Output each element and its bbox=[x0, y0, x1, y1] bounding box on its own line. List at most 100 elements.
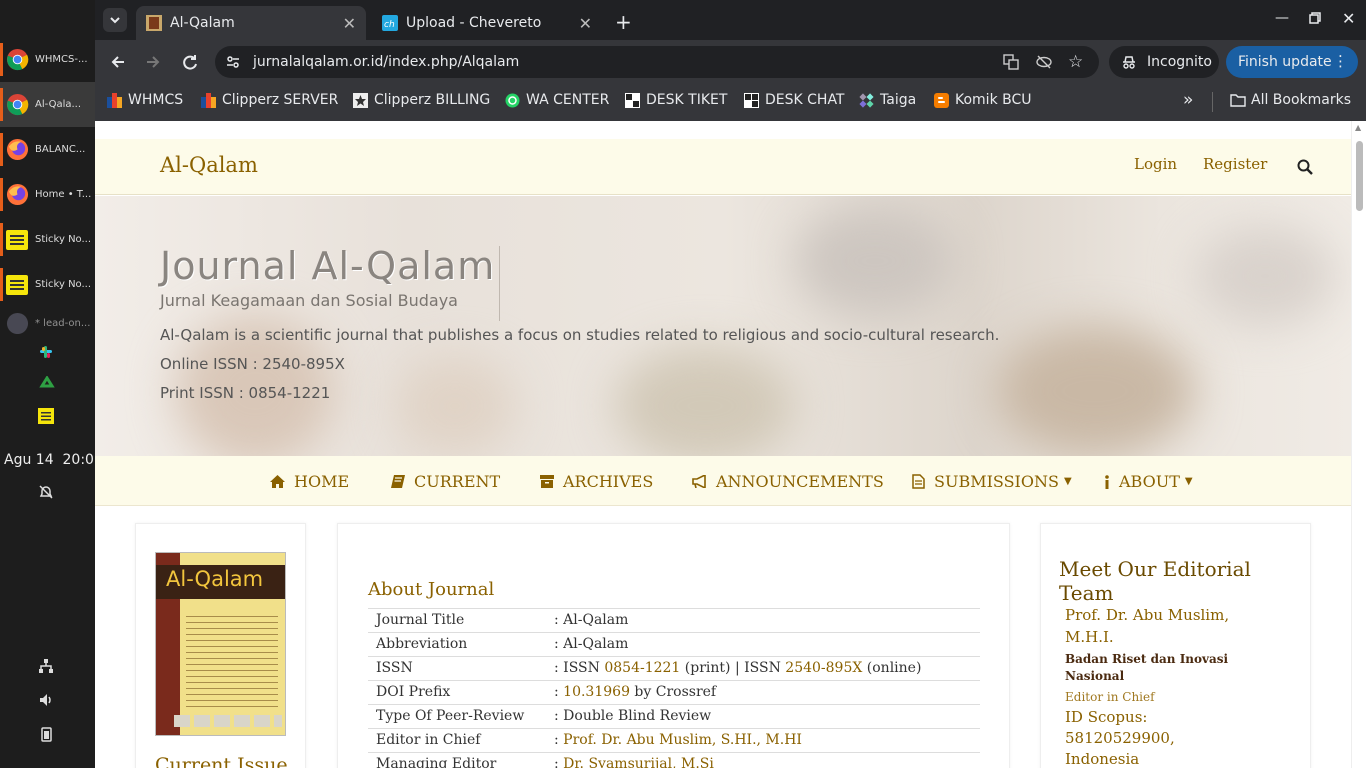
desktop-dock: WHMCS-... Al-Qala... BALANC... Home • T.… bbox=[0, 0, 103, 768]
browser-toolbar: jurnalalqalam.or.id/index.php/Alqalam ☆ … bbox=[95, 40, 1366, 84]
bookmark-taiga[interactable]: Taiga bbox=[859, 92, 916, 108]
scrollbar-thumb[interactable] bbox=[1356, 141, 1363, 211]
about-row: Editor in Chief: Prof. Dr. Abu Muslim, S… bbox=[368, 728, 980, 752]
current-issue-heading: Current Issue bbox=[155, 754, 288, 768]
dock-item-label: Sticky No... bbox=[35, 234, 92, 245]
notifications-off-icon[interactable] bbox=[38, 484, 56, 502]
tab-chevereto[interactable]: ch Upload - Chevereto ✕ bbox=[372, 6, 602, 40]
issn-print-link[interactable]: 0854-1221 bbox=[604, 660, 680, 676]
nav-home[interactable]: HOME bbox=[270, 472, 349, 491]
clock[interactable]: Agu 14 20:07 bbox=[4, 452, 103, 468]
restore-icon[interactable] bbox=[1309, 12, 1321, 24]
desk-tiket-icon bbox=[625, 92, 640, 108]
bookmark-label: Clipperz SERVER bbox=[222, 92, 339, 108]
cover-title: Al-Qalam bbox=[166, 567, 264, 591]
hero-background-blur bbox=[615, 346, 795, 456]
tracking-blocked-icon[interactable] bbox=[1035, 54, 1053, 70]
minimize-icon[interactable]: — bbox=[1275, 10, 1289, 26]
nav-archives[interactable]: ARCHIVES bbox=[540, 472, 653, 491]
bookmark-clipperz-server[interactable]: Clipperz SERVER bbox=[201, 92, 338, 108]
hero-background-blur bbox=[795, 206, 955, 316]
row-value: : ISSN 0854-1221 (print) | ISSN 2540-895… bbox=[554, 660, 921, 676]
reload-icon[interactable] bbox=[179, 51, 201, 73]
site-brand[interactable]: Al-Qalam bbox=[160, 153, 258, 177]
finish-update-button[interactable]: Finish update ⋮ bbox=[1226, 46, 1358, 78]
address-bar[interactable]: jurnalalqalam.or.id/index.php/Alqalam ☆ bbox=[215, 46, 1099, 78]
doi-prefix-link[interactable]: 10.31969 bbox=[563, 684, 630, 700]
journal-cover-image[interactable]: Al-Qalam bbox=[155, 552, 286, 736]
clipperz-icon bbox=[201, 92, 216, 108]
editor-affiliation-line1: Badan Riset dan Inovasi bbox=[1065, 652, 1229, 666]
login-link[interactable]: Login bbox=[1134, 155, 1177, 173]
translate-icon[interactable] bbox=[1003, 54, 1019, 70]
dock-item-sticky-2[interactable]: Sticky No... bbox=[0, 262, 95, 307]
tab-search-icon[interactable] bbox=[103, 8, 127, 32]
dock-item-alqalam[interactable]: Al-Qala... bbox=[0, 82, 95, 127]
dock-item-lead[interactable]: * lead-on... bbox=[0, 312, 95, 334]
scroll-up-icon[interactable]: ▲ bbox=[1355, 123, 1361, 132]
register-link[interactable]: Register bbox=[1203, 155, 1267, 173]
close-window-icon[interactable]: ✕ bbox=[1342, 9, 1355, 28]
bookmark-whmcs[interactable]: WHMCS bbox=[107, 92, 183, 108]
new-tab-icon[interactable]: + bbox=[615, 10, 632, 34]
chrome-icon bbox=[6, 48, 29, 71]
dock-item-whmcs[interactable]: WHMCS-... bbox=[0, 37, 95, 82]
bookmark-label: All Bookmarks bbox=[1251, 92, 1352, 108]
hero-background-blur bbox=[995, 326, 1195, 456]
about-row: Type Of Peer-Review: Double Blind Review bbox=[368, 704, 980, 728]
network-icon[interactable] bbox=[38, 658, 56, 676]
dock-item-home[interactable]: Home • T... bbox=[0, 172, 95, 217]
battery-icon[interactable] bbox=[38, 726, 56, 744]
editor-in-chief-link[interactable]: Prof. Dr. Abu Muslim, S.HI., M.HI bbox=[563, 732, 802, 748]
close-tab-icon[interactable]: ✕ bbox=[343, 14, 356, 33]
sticky-notes-tray-icon[interactable] bbox=[38, 408, 56, 426]
hero-banner: Journal Al-Qalam Jurnal Keagamaan dan So… bbox=[95, 196, 1351, 456]
issn-online-link[interactable]: 2540-895X bbox=[785, 660, 862, 676]
dock-item-label: Home • T... bbox=[35, 189, 92, 200]
clipperz-billing-icon bbox=[353, 92, 368, 108]
nav-submissions[interactable]: SUBMISSIONS ▼ bbox=[912, 472, 1072, 491]
close-tab-icon[interactable]: ✕ bbox=[579, 14, 592, 33]
site-info-icon[interactable] bbox=[225, 54, 241, 70]
row-key: Type Of Peer-Review bbox=[376, 708, 525, 724]
hero-online-issn: Online ISSN : 2540-895X bbox=[160, 355, 345, 373]
about-row: Managing Editor: Dr. Syamsurijal, M.Si bbox=[368, 752, 980, 768]
volume-icon[interactable] bbox=[38, 692, 56, 710]
row-value: : Dr. Syamsurijal, M.Si bbox=[554, 756, 714, 768]
row-key: Editor in Chief bbox=[376, 732, 481, 748]
back-icon[interactable] bbox=[107, 51, 129, 73]
taiga-icon bbox=[859, 92, 874, 108]
bookmark-desk-chat[interactable]: DESK CHAT bbox=[744, 92, 845, 108]
tab-alqalam[interactable]: Al-Qalam ✕ bbox=[136, 6, 366, 40]
managing-editor-link[interactable]: Dr. Syamsurijal, M.Si bbox=[563, 756, 714, 768]
nav-about[interactable]: ABOUT ▼ bbox=[1104, 472, 1193, 491]
page-scrollbar[interactable]: ▲ bbox=[1351, 121, 1366, 768]
editor-name-line2[interactable]: M.H.I. bbox=[1065, 628, 1114, 646]
all-bookmarks[interactable]: All Bookmarks bbox=[1230, 92, 1351, 108]
recycle-icon[interactable] bbox=[38, 376, 56, 394]
hero-background-blur bbox=[1195, 226, 1335, 326]
more-bookmarks-icon[interactable]: » bbox=[1183, 90, 1193, 110]
firefox-icon bbox=[6, 138, 29, 161]
divider bbox=[1212, 92, 1213, 112]
slack-icon[interactable] bbox=[38, 344, 56, 362]
bookmark-desk-tiket[interactable]: DESK TIKET bbox=[625, 92, 727, 108]
bookmark-label: Taiga bbox=[880, 92, 917, 108]
forward-icon[interactable] bbox=[142, 51, 164, 73]
scopus-id[interactable]: 58120529900, bbox=[1065, 729, 1175, 747]
hero-divider bbox=[499, 246, 500, 321]
finish-update-label: Finish update bbox=[1238, 54, 1332, 70]
nav-current[interactable]: CURRENT bbox=[391, 472, 500, 491]
incognito-indicator[interactable]: Incognito bbox=[1109, 46, 1219, 78]
bookmark-wa-center[interactable]: WA CENTER bbox=[505, 92, 609, 108]
nav-label: ARCHIVES bbox=[563, 472, 654, 491]
search-icon[interactable] bbox=[1297, 159, 1313, 175]
dock-item-sticky-1[interactable]: Sticky No... bbox=[0, 217, 95, 262]
bookmark-komik-bcu[interactable]: Komik BCU bbox=[934, 92, 1032, 108]
editor-name-line1[interactable]: Prof. Dr. Abu Muslim, bbox=[1065, 606, 1229, 624]
nav-announcements[interactable]: ANNOUNCEMENTS bbox=[692, 472, 884, 491]
dock-item-label: Al-Qala... bbox=[35, 99, 82, 110]
bookmark-star-icon[interactable]: ☆ bbox=[1068, 52, 1083, 72]
dock-item-balance[interactable]: BALANC... bbox=[0, 127, 95, 172]
bookmark-clipperz-billing[interactable]: Clipperz BILLING bbox=[353, 92, 490, 108]
